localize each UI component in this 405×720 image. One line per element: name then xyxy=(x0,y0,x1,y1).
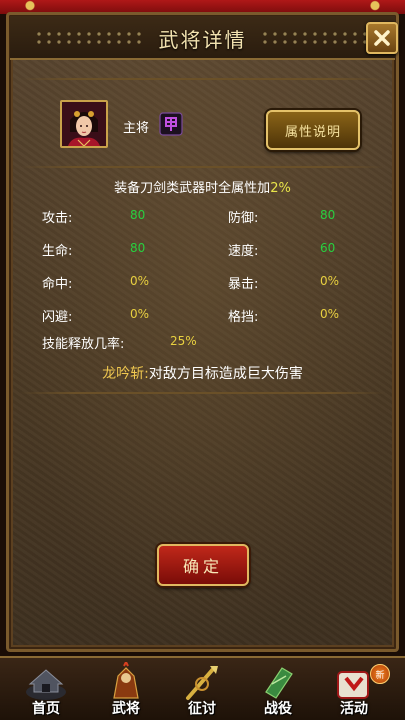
stat-value-defense: 80 xyxy=(320,208,336,222)
stat-value-hp: 80 xyxy=(130,241,146,255)
event-icon xyxy=(337,671,369,699)
nav-label-battle: 战役 xyxy=(264,701,292,717)
stat-label-block: 格挡: xyxy=(228,310,259,325)
general-role: 主将 xyxy=(123,121,150,136)
stat-value-block: 0% xyxy=(320,307,340,321)
stat-label-dodge: 闪避: xyxy=(42,310,73,325)
divider-bottom xyxy=(20,392,385,394)
close-icon xyxy=(374,30,390,46)
stat-label-speed: 速度: xyxy=(228,244,259,259)
stat-label-attack: 攻击: xyxy=(42,211,73,226)
battle-icon xyxy=(265,667,293,699)
attribute-info-button[interactable]: 属性说明 xyxy=(266,110,360,150)
general-avatar[interactable] xyxy=(60,100,108,148)
nav-label-home: 首页 xyxy=(32,701,60,717)
general-portrait-icon xyxy=(62,102,106,146)
armor-icon xyxy=(159,112,183,136)
nav-label-general: 武将 xyxy=(112,701,140,717)
stat-label-defense: 防御: xyxy=(228,211,259,226)
skill-rate-value: 25% xyxy=(170,334,197,348)
nav-label-event: 活动 xyxy=(340,701,368,717)
new-badge: 新 xyxy=(370,664,390,684)
stat-value-crit: 0% xyxy=(320,274,340,288)
weapon-bonus-text: 装备刀剑类武器时全属性加 xyxy=(114,181,271,196)
confirm-button[interactable]: 确定 xyxy=(157,544,249,586)
nav-item-battle[interactable]: 战役 xyxy=(246,662,310,718)
stat-value-attack: 80 xyxy=(130,208,146,222)
stat-label-hit: 命中: xyxy=(42,277,73,292)
nav-label-campaign: 征讨 xyxy=(188,701,216,717)
skill-description: 龙吟斩:对敌方目标造成巨大伤害 xyxy=(0,363,405,383)
campaign-icon xyxy=(186,666,218,700)
stat-label-crit: 暴击: xyxy=(228,277,259,292)
close-button[interactable] xyxy=(366,22,398,54)
nav-item-campaign[interactable]: 征讨 xyxy=(170,662,234,718)
page-title: 武将详情 xyxy=(158,28,247,52)
divider-top xyxy=(20,78,385,80)
stat-value-hit: 0% xyxy=(130,274,150,288)
nav-item-home[interactable]: 首页 xyxy=(14,662,78,718)
skill-effect: 对敌方目标造成巨大伤害 xyxy=(148,366,303,382)
divider-middle xyxy=(20,166,385,168)
nav-item-general[interactable]: 武将 xyxy=(94,662,158,718)
general-icon xyxy=(113,662,139,699)
stat-value-speed: 60 xyxy=(320,241,336,255)
skill-name: 龙吟斩: xyxy=(102,366,149,382)
home-icon xyxy=(26,669,66,700)
stat-value-dodge: 0% xyxy=(130,307,150,321)
weapon-bonus-value: 2% xyxy=(270,181,291,196)
skill-rate-label: 技能释放几率: xyxy=(42,337,125,352)
stat-label-hp: 生命: xyxy=(42,244,73,259)
weapon-bonus-note: 装备刀剑类武器时全属性加2% xyxy=(0,177,405,196)
